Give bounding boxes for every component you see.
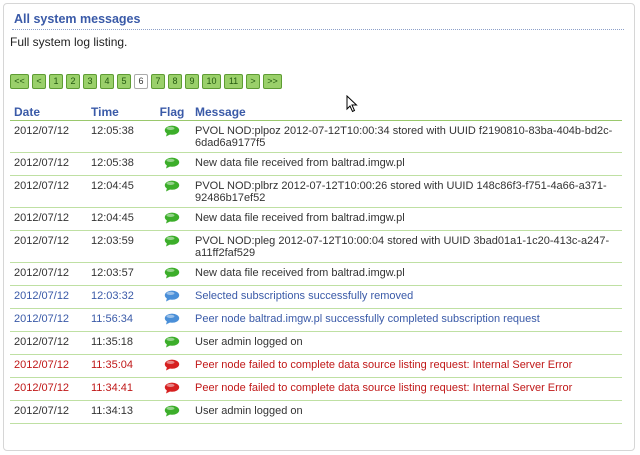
table-row: 2012/07/12 12:03:59 PVOL NOD:pleg 2012-07-… xyxy=(10,230,622,263)
green-speech-bubble-icon xyxy=(164,235,180,247)
green-speech-bubble-icon xyxy=(164,267,180,279)
green-speech-bubble-icon xyxy=(164,157,180,169)
blue-speech-bubble-icon xyxy=(164,313,180,325)
table-row: 2012/07/12 12:04:45 New data file received… xyxy=(10,207,622,231)
page-button[interactable]: 3 xyxy=(83,74,97,89)
row-date: 2012/07/12 xyxy=(10,262,87,286)
row-flag xyxy=(153,262,191,286)
page-button[interactable]: 7 xyxy=(151,74,165,89)
page-button-current: 6 xyxy=(134,74,148,89)
red-speech-bubble-icon xyxy=(164,382,180,394)
row-flag xyxy=(153,354,191,378)
row-flag xyxy=(153,230,191,263)
page-button[interactable]: 2 xyxy=(66,74,80,89)
row-date: 2012/07/12 xyxy=(10,331,87,355)
row-flag xyxy=(153,152,191,176)
green-speech-bubble-icon xyxy=(164,180,180,192)
row-time: 12:04:45 xyxy=(87,175,153,208)
row-date: 2012/07/12 xyxy=(10,377,87,401)
green-speech-bubble-icon xyxy=(164,336,180,348)
row-flag xyxy=(153,285,191,309)
green-speech-bubble-icon xyxy=(164,405,180,417)
row-date: 2012/07/12 xyxy=(10,120,87,153)
row-time: 12:05:38 xyxy=(87,152,153,176)
row-time: 11:35:04 xyxy=(87,354,153,378)
table-row: 2012/07/12 12:04:45 PVOL NOD:plbrz 2012-07… xyxy=(10,175,622,208)
row-time: 12:03:59 xyxy=(87,230,153,263)
row-message: PVOL NOD:plbrz 2012-07-12T10:00:26 store… xyxy=(191,175,622,208)
row-message: New data file received from baltrad.imgw… xyxy=(191,262,622,286)
row-date: 2012/07/12 xyxy=(10,308,87,332)
column-header-message[interactable]: Message xyxy=(191,103,622,121)
column-header-date[interactable]: Date xyxy=(10,103,87,121)
table-row: 2012/07/12 12:05:38 PVOL NOD:plpoz 2012-07… xyxy=(10,120,622,153)
table-row: 2012/07/12 11:34:13 User admin logged on xyxy=(10,400,622,424)
page-button[interactable]: 8 xyxy=(168,74,182,89)
column-header-time[interactable]: Time xyxy=(87,103,153,121)
row-date: 2012/07/12 xyxy=(10,152,87,176)
row-message: New data file received from baltrad.imgw… xyxy=(191,152,622,176)
page-button[interactable]: 4 xyxy=(100,74,114,89)
row-time: 12:05:38 xyxy=(87,120,153,153)
row-date: 2012/07/12 xyxy=(10,354,87,378)
panel-subtitle: Full system log listing. xyxy=(10,35,128,49)
system-log-table: Date Time Flag Message 2012/07/12 12:05:3… xyxy=(10,103,622,424)
row-time: 11:35:18 xyxy=(87,331,153,355)
page-button[interactable]: 9 xyxy=(185,74,199,89)
row-message: User admin logged on xyxy=(191,400,622,424)
table-row: 2012/07/12 12:03:32 Selected subscriptions… xyxy=(10,285,622,309)
red-speech-bubble-icon xyxy=(164,359,180,371)
panel-title: All system messages xyxy=(14,12,141,26)
column-header-flag[interactable]: Flag xyxy=(153,103,191,121)
row-flag xyxy=(153,400,191,424)
row-message: Peer node failed to complete data source… xyxy=(191,354,622,378)
row-flag xyxy=(153,207,191,231)
pagination: << <1 2 3 4 5 6 7 8 9 10 11 > >> xyxy=(10,74,282,89)
row-message: User admin logged on xyxy=(191,331,622,355)
row-flag xyxy=(153,308,191,332)
row-flag xyxy=(153,331,191,355)
page-button[interactable]: 10 xyxy=(202,74,221,89)
row-message: PVOL NOD:pleg 2012-07-12T10:00:04 stored… xyxy=(191,230,622,263)
table-row: 2012/07/12 11:35:04 Peer node failed to co… xyxy=(10,354,622,378)
row-time: 11:34:41 xyxy=(87,377,153,401)
table-header-row: Date Time Flag Message xyxy=(10,103,622,121)
table-row: 2012/07/12 12:05:38 New data file received… xyxy=(10,152,622,176)
row-time: 12:03:32 xyxy=(87,285,153,309)
row-date: 2012/07/12 xyxy=(10,207,87,231)
table-row: 2012/07/12 11:56:34 Peer node baltrad.imgw… xyxy=(10,308,622,332)
page-button[interactable]: 1 xyxy=(49,74,63,89)
page-button[interactable]: << xyxy=(10,74,29,89)
green-speech-bubble-icon xyxy=(164,212,180,224)
row-time: 12:03:57 xyxy=(87,262,153,286)
page-button[interactable]: < xyxy=(32,74,46,89)
row-time: 11:56:34 xyxy=(87,308,153,332)
blue-speech-bubble-icon xyxy=(164,290,180,302)
row-time: 11:34:13 xyxy=(87,400,153,424)
row-date: 2012/07/12 xyxy=(10,230,87,263)
row-message: Peer node baltrad.imgw.pl successfully c… xyxy=(191,308,622,332)
row-message: PVOL NOD:plpoz 2012-07-12T10:00:34 store… xyxy=(191,120,622,153)
page-button[interactable]: 5 xyxy=(117,74,131,89)
green-speech-bubble-icon xyxy=(164,125,180,137)
row-flag xyxy=(153,120,191,153)
page-button[interactable]: 11 xyxy=(224,74,243,89)
row-flag xyxy=(153,175,191,208)
row-date: 2012/07/12 xyxy=(10,400,87,424)
row-date: 2012/07/12 xyxy=(10,175,87,208)
title-divider xyxy=(12,29,624,30)
page-button[interactable]: >> xyxy=(263,74,282,89)
table-row: 2012/07/12 11:34:41 Peer node failed to co… xyxy=(10,377,622,401)
table-row: 2012/07/12 12:03:57 New data file received… xyxy=(10,262,622,286)
row-flag xyxy=(153,377,191,401)
row-time: 12:04:45 xyxy=(87,207,153,231)
row-message: Selected subscriptions successfully remo… xyxy=(191,285,622,309)
row-message: Peer node failed to complete data source… xyxy=(191,377,622,401)
page-button[interactable]: > xyxy=(246,74,260,89)
row-message: New data file received from baltrad.imgw… xyxy=(191,207,622,231)
row-date: 2012/07/12 xyxy=(10,285,87,309)
table-row: 2012/07/12 11:35:18 User admin logged on xyxy=(10,331,622,355)
